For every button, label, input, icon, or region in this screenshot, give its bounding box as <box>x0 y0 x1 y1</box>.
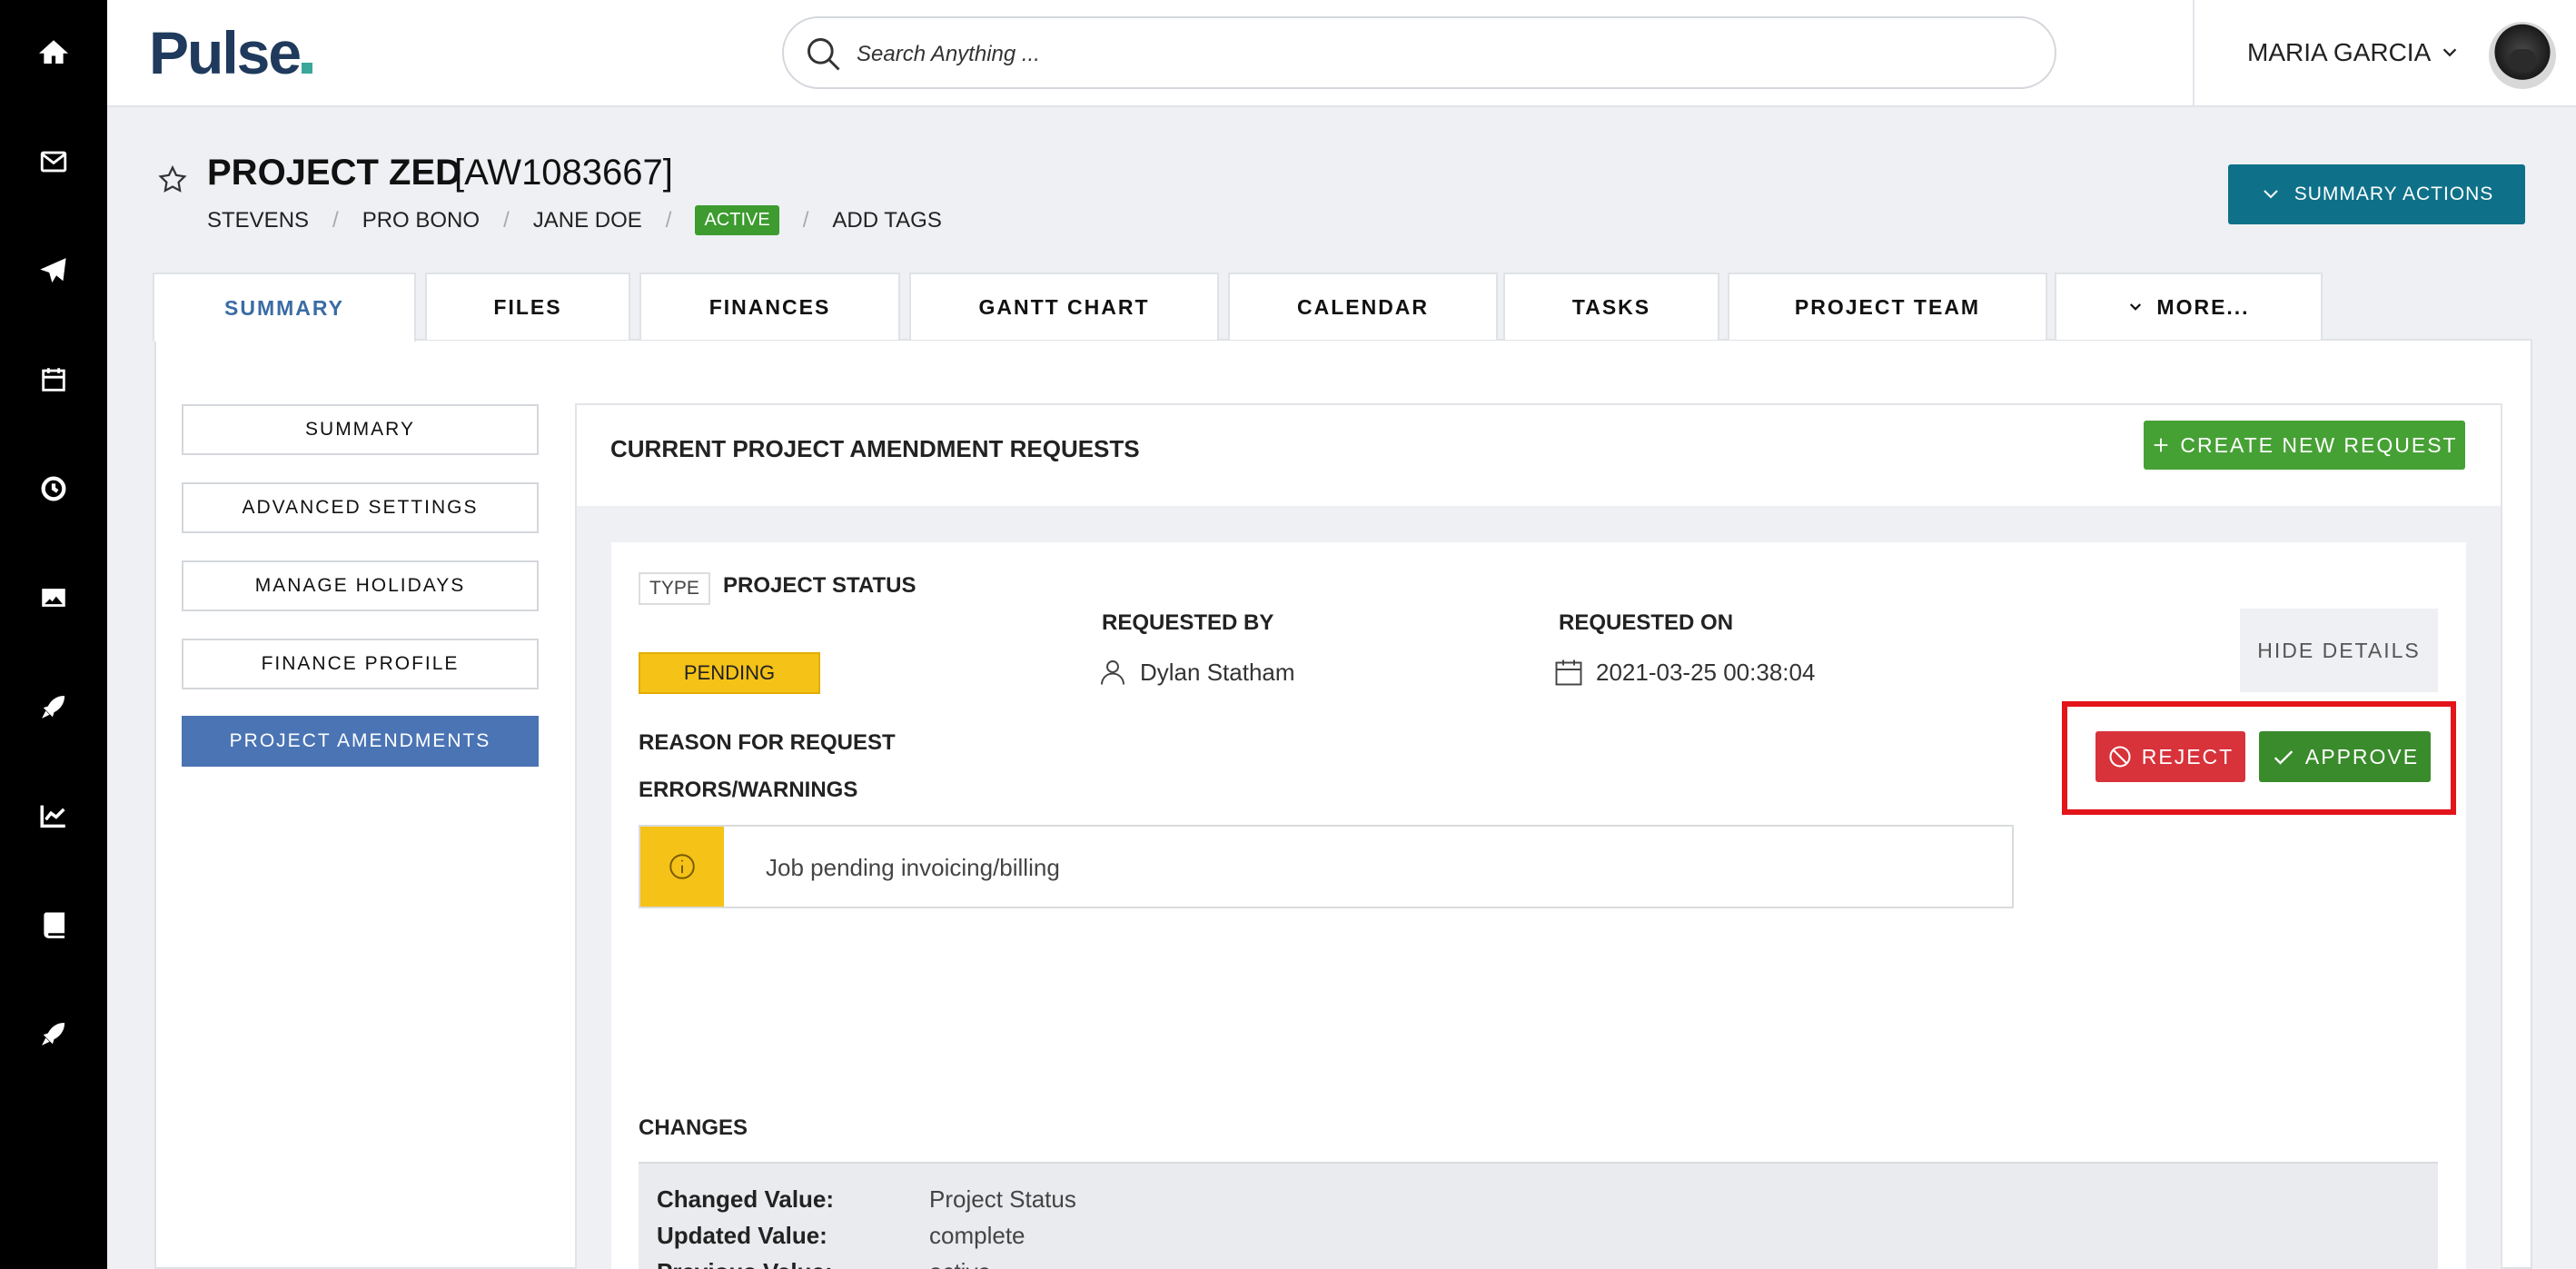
sidenav-advanced-settings[interactable]: ADVANCED SETTINGS <box>182 482 539 533</box>
create-new-request-label: CREATE NEW REQUEST <box>2180 432 2458 457</box>
rocket-icon[interactable] <box>0 679 107 734</box>
type-tag: TYPE <box>639 572 710 605</box>
warning-icon-container <box>640 827 724 907</box>
top-bar: Pulse MARIA GARCIA <box>107 0 2576 107</box>
warning-alert: Job pending invoicing/billing <box>639 825 2014 908</box>
search-input[interactable] <box>857 35 2019 74</box>
mail-icon[interactable] <box>0 134 107 189</box>
home-icon[interactable] <box>0 25 107 80</box>
tab-finances[interactable]: FINANCES <box>639 273 900 340</box>
info-icon <box>669 854 695 879</box>
create-new-request-button[interactable]: CREATE NEW REQUEST <box>2144 421 2465 470</box>
rocket-icon[interactable] <box>0 1006 107 1061</box>
amendments-title: CURRENT PROJECT AMENDMENT REQUESTS <box>610 435 1140 462</box>
chevron-down-icon <box>2443 48 2457 57</box>
tab-calendar[interactable]: CALENDAR <box>1228 273 1498 340</box>
change-key: Previous Value: <box>657 1258 929 1269</box>
left-rail <box>0 0 107 1269</box>
tab-more[interactable]: MORE... <box>2055 273 2323 340</box>
image-icon[interactable] <box>0 570 107 625</box>
project-code: [AW1083667] <box>454 153 673 193</box>
sidenav-project-amendments[interactable]: PROJECT AMENDMENTS <box>182 716 539 767</box>
errors-warnings-label: ERRORS/WARNINGS <box>639 778 858 802</box>
requested-by-value: Dylan Statham <box>1096 656 1295 689</box>
chart-icon[interactable] <box>0 788 107 843</box>
breadcrumb-separator: / <box>332 207 339 233</box>
summary-actions-label: SUMMARY ACTIONS <box>2294 183 2494 204</box>
requested-by-name: Dylan Statham <box>1140 658 1295 686</box>
breadcrumb-client[interactable]: STEVENS <box>207 208 309 233</box>
chevron-down-icon <box>2263 190 2278 199</box>
user-name: MARIA GARCIA <box>2247 38 2432 66</box>
approve-button[interactable]: APPROVE <box>2259 731 2431 782</box>
ban-icon <box>2109 746 2131 768</box>
change-value: complete <box>929 1222 1025 1249</box>
user-icon <box>1101 660 1125 685</box>
reject-label: REJECT <box>2141 744 2234 768</box>
approve-label: APPROVE <box>2304 744 2420 768</box>
breadcrumb-separator: / <box>503 207 510 233</box>
search-bar[interactable] <box>782 16 2056 89</box>
changes-row: Changed Value: Project Status <box>657 1185 1076 1214</box>
divider <box>2193 0 2195 107</box>
calendar-icon <box>1555 659 1582 686</box>
breadcrumb-separator: / <box>802 207 809 233</box>
plus-icon <box>2155 438 2168 452</box>
change-key: Updated Value: <box>657 1222 827 1249</box>
project-title: PROJECT ZED <box>207 153 462 193</box>
change-key: Changed Value: <box>657 1185 835 1213</box>
tab-files[interactable]: FILES <box>425 273 630 340</box>
requested-by-label: REQUESTED BY <box>1102 610 1274 635</box>
tab-summary[interactable]: SUMMARY <box>153 273 416 342</box>
breadcrumb-type[interactable]: PRO BONO <box>362 208 480 233</box>
search-icon <box>807 38 840 71</box>
tab-more-label: MORE... <box>2156 294 2250 319</box>
reject-button[interactable]: REJECT <box>2095 731 2245 782</box>
change-value: Project Status <box>929 1185 1076 1213</box>
hide-details-button[interactable]: HIDE DETAILS <box>2240 609 2438 692</box>
changes-table: Changed Value: Project Status Updated Va… <box>639 1162 2438 1269</box>
chevron-down-icon <box>2130 303 2142 311</box>
changes-row: Updated Value: complete <box>657 1222 1025 1250</box>
warning-text: Job pending invoicing/billing <box>766 854 1060 881</box>
sidenav-finance-profile[interactable]: FINANCE PROFILE <box>182 639 539 689</box>
check-icon <box>2274 750 2294 765</box>
request-type-value: PROJECT STATUS <box>723 573 916 598</box>
star-icon[interactable] <box>156 164 189 196</box>
breadcrumb-owner[interactable]: JANE DOE <box>533 208 642 233</box>
requested-on-value: 2021-03-25 00:38:04 <box>1552 656 1815 689</box>
user-menu[interactable]: MARIA GARCIA <box>2247 38 2460 67</box>
status-badge: ACTIVE <box>695 205 779 235</box>
change-value: active <box>929 1258 991 1269</box>
requested-on-label: REQUESTED ON <box>1559 610 1734 635</box>
summary-actions-button[interactable]: SUMMARY ACTIONS <box>2228 164 2525 224</box>
reason-label: REASON FOR REQUEST <box>639 730 896 755</box>
clock-icon[interactable] <box>0 461 107 516</box>
send-icon[interactable] <box>0 243 107 298</box>
add-tags-link[interactable]: ADD TAGS <box>832 208 941 233</box>
calendar-icon[interactable] <box>0 352 107 407</box>
requested-on-date: 2021-03-25 00:38:04 <box>1596 658 1816 686</box>
tab-tasks[interactable]: TASKS <box>1503 273 1719 340</box>
tab-gantt-chart[interactable]: GANTT CHART <box>909 273 1219 340</box>
sidenav-summary[interactable]: SUMMARY <box>182 404 539 455</box>
breadcrumb-separator: / <box>665 207 672 233</box>
sidenav-manage-holidays[interactable]: MANAGE HOLIDAYS <box>182 560 539 611</box>
tab-project-team[interactable]: PROJECT TEAM <box>1728 273 2047 340</box>
changes-label: CHANGES <box>639 1115 748 1140</box>
breadcrumb: STEVENS / PRO BONO / JANE DOE / ACTIVE /… <box>207 205 966 235</box>
pending-status-badge: PENDING <box>639 652 820 694</box>
logo[interactable]: Pulse <box>149 18 313 87</box>
changes-row: Previous Value: active <box>657 1258 991 1269</box>
book-icon[interactable] <box>0 897 107 952</box>
avatar[interactable] <box>2489 22 2556 89</box>
